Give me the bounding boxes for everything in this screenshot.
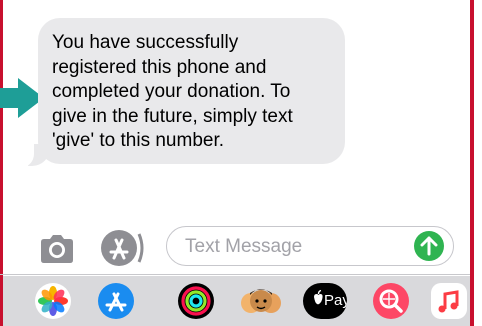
app-store-icon[interactable] xyxy=(98,283,134,319)
message-input-field[interactable] xyxy=(166,226,454,266)
memoji-icon[interactable] xyxy=(239,283,283,319)
message-text: You have successfully registered this ph… xyxy=(52,32,293,151)
text-message-input[interactable] xyxy=(183,233,407,261)
photos-icon[interactable] xyxy=(35,283,71,319)
search-images-icon[interactable] xyxy=(373,283,409,319)
right-red-frame xyxy=(470,0,474,326)
activity-icon[interactable] xyxy=(178,283,214,319)
incoming-message-bubble[interactable]: You have successfully registered this ph… xyxy=(38,18,345,164)
composer-bar xyxy=(0,222,470,274)
camera-icon[interactable] xyxy=(38,234,76,264)
apple-pay-label: Pay xyxy=(324,292,347,309)
send-button[interactable] xyxy=(414,231,444,261)
imessage-app-drawer: Pay xyxy=(3,276,470,326)
apple-pay-icon[interactable]: Pay xyxy=(303,283,347,319)
arrow-up-icon xyxy=(420,236,438,256)
app-store-icon[interactable] xyxy=(101,228,145,268)
music-icon[interactable] xyxy=(431,283,467,319)
